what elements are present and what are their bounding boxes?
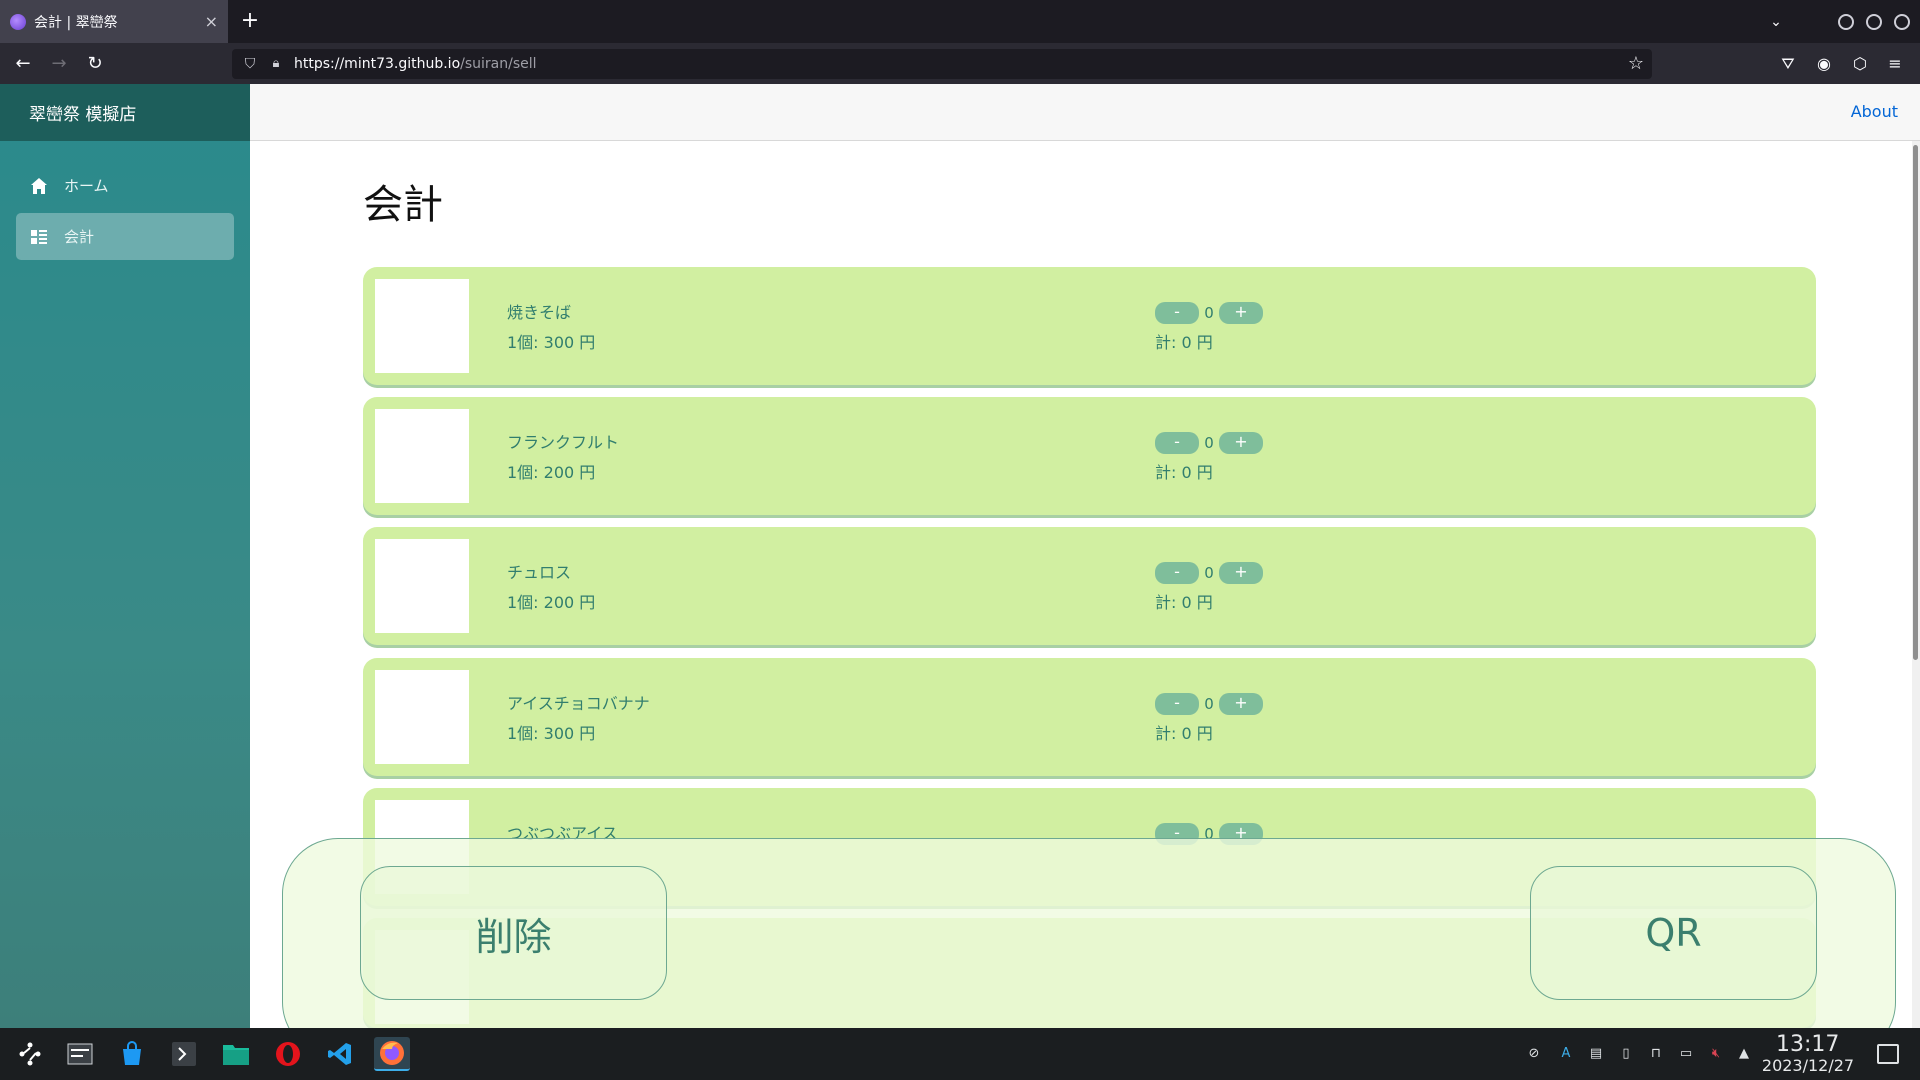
increment-button[interactable]: +: [1219, 693, 1263, 715]
list-icon: [30, 228, 48, 246]
item-name: チュロス: [507, 563, 572, 582]
item-name: アイスチョコバナナ: [507, 694, 650, 713]
scrollbar-thumb[interactable]: [1913, 145, 1918, 660]
chevron-up-icon[interactable]: ▲: [1734, 1044, 1754, 1064]
quantity-stepper: - 0 +: [1155, 562, 1263, 584]
lock-icon[interactable]: 🔒︎: [268, 56, 284, 72]
software-store-icon[interactable]: [114, 1037, 150, 1071]
url-text[interactable]: https://mint73.github.io/suiran/sell: [294, 56, 537, 72]
increment-button[interactable]: +: [1219, 302, 1263, 324]
display-icon[interactable]: ▭: [1676, 1044, 1696, 1064]
qr-button[interactable]: QR: [1530, 866, 1817, 1000]
decrement-button[interactable]: -: [1155, 432, 1199, 454]
back-arrow-icon[interactable]: ←: [10, 51, 36, 77]
item-price: 1個: 200 円: [507, 463, 596, 482]
bookmark-star-icon[interactable]: ☆: [1628, 54, 1644, 74]
item-card: チュロス 1個: 200 円 - 0 + 計: 0 円: [363, 527, 1816, 645]
tab-close-icon[interactable]: ×: [205, 12, 218, 31]
item-name: フランクフルト: [507, 433, 620, 452]
firefox-icon[interactable]: [374, 1037, 410, 1071]
chevron-down-icon[interactable]: ⌄: [1764, 10, 1788, 34]
item-image: [375, 539, 469, 633]
sidebar-item-label: ホーム: [64, 177, 109, 195]
item-total: 計: 0 円: [1155, 333, 1213, 352]
app-launcher-icon[interactable]: [12, 1037, 48, 1071]
opera-browser-icon[interactable]: [270, 1037, 306, 1071]
device-notifier-icon[interactable]: ⊓: [1646, 1044, 1666, 1064]
content-topbar: About: [250, 84, 1920, 141]
item-image: [375, 279, 469, 373]
decrement-button[interactable]: -: [1155, 562, 1199, 584]
menu-icon[interactable]: ≡: [1884, 53, 1906, 75]
browser-tab[interactable]: 会計 | 翠巒祭 ×: [0, 0, 228, 43]
file-manager-icon[interactable]: [218, 1037, 254, 1071]
item-name: 焼きそば: [507, 303, 572, 322]
increment-button[interactable]: +: [1219, 562, 1263, 584]
terminal-icon[interactable]: [166, 1037, 202, 1071]
network-status-icon[interactable]: ⊘: [1524, 1044, 1544, 1064]
item-count: 0: [1204, 304, 1214, 322]
about-link[interactable]: About: [1851, 102, 1898, 121]
decrement-button[interactable]: -: [1155, 693, 1199, 715]
item-card: フランクフルト 1個: 200 円 - 0 + 計: 0 円: [363, 397, 1816, 515]
item-total: 計: 0 円: [1155, 593, 1213, 612]
forward-arrow-icon[interactable]: →: [46, 51, 72, 77]
volume-muted-icon[interactable]: 🔇︎: [1706, 1044, 1726, 1064]
item-price: 1個: 300 円: [507, 724, 596, 743]
browser-tab-bar: 会計 | 翠巒祭 × + ⌄: [0, 0, 1920, 43]
sidebar-item-checkout[interactable]: 会計: [16, 213, 234, 260]
delete-button[interactable]: 削除: [360, 866, 667, 1000]
extensions-icon[interactable]: ⬡: [1849, 53, 1871, 75]
maximize-button[interactable]: [1866, 14, 1882, 30]
input-method-icon[interactable]: A: [1556, 1044, 1576, 1064]
item-price: 1個: 300 円: [507, 333, 596, 352]
vscode-icon[interactable]: [322, 1037, 358, 1071]
site-favicon-icon: [10, 13, 26, 30]
quantity-stepper: - 0 +: [1155, 693, 1263, 715]
taskbar: ⊘ A ▤ ▯ ⊓ ▭ 🔇︎ ▲: [0, 1028, 1920, 1080]
home-icon: [30, 177, 48, 195]
browser-nav-bar: ← → ↻ ⛉ 🔒︎ https://mint73.github.io/suir…: [0, 43, 1920, 84]
sidebar-item-label: 会計: [64, 228, 95, 246]
item-image: [375, 409, 469, 503]
clipboard-icon[interactable]: ▤: [1586, 1044, 1606, 1064]
clock-time[interactable]: 13:17: [1776, 1032, 1839, 1057]
sidebar-item-home[interactable]: ホーム: [16, 162, 234, 209]
account-icon[interactable]: ◉: [1813, 53, 1835, 75]
close-window-button[interactable]: [1894, 14, 1910, 30]
item-price: 1個: 200 円: [507, 593, 596, 612]
sidebar: 翠巒祭 模擬店 ホーム 会計: [0, 84, 250, 1028]
new-tab-button[interactable]: +: [236, 8, 264, 36]
sidebar-brand[interactable]: 翠巒祭 模擬店: [0, 84, 250, 141]
quantity-stepper: - 0 +: [1155, 432, 1263, 454]
item-card: アイスチョコバナナ 1個: 300 円 - 0 + 計: 0 円: [363, 658, 1816, 776]
decrement-button[interactable]: -: [1155, 302, 1199, 324]
page-title: 会計: [363, 182, 443, 228]
increment-button[interactable]: +: [1219, 432, 1263, 454]
kde-connect-icon[interactable]: ▯: [1616, 1044, 1636, 1064]
clock-date[interactable]: 2023/12/27: [1758, 1056, 1858, 1075]
item-count: 0: [1204, 695, 1214, 713]
system-settings-icon[interactable]: [62, 1037, 98, 1071]
item-image: [375, 670, 469, 764]
show-desktop-button[interactable]: [1877, 1044, 1899, 1064]
tab-title: 会計 | 翠巒祭: [34, 14, 118, 31]
item-card: 焼きそば 1個: 300 円 - 0 + 計: 0 円: [363, 267, 1816, 385]
address-bar[interactable]: ⛉ 🔒︎ https://mint73.github.io/suiran/sel…: [232, 49, 1652, 79]
reload-icon[interactable]: ↻: [82, 51, 108, 77]
item-count: 0: [1204, 564, 1214, 582]
minimize-button[interactable]: [1838, 14, 1854, 30]
quantity-stepper: - 0 +: [1155, 302, 1263, 324]
item-total: 計: 0 円: [1155, 463, 1213, 482]
pocket-icon[interactable]: ⛛: [1777, 53, 1799, 75]
shield-icon[interactable]: ⛉: [242, 56, 258, 72]
item-total: 計: 0 円: [1155, 724, 1213, 743]
item-count: 0: [1204, 434, 1214, 452]
